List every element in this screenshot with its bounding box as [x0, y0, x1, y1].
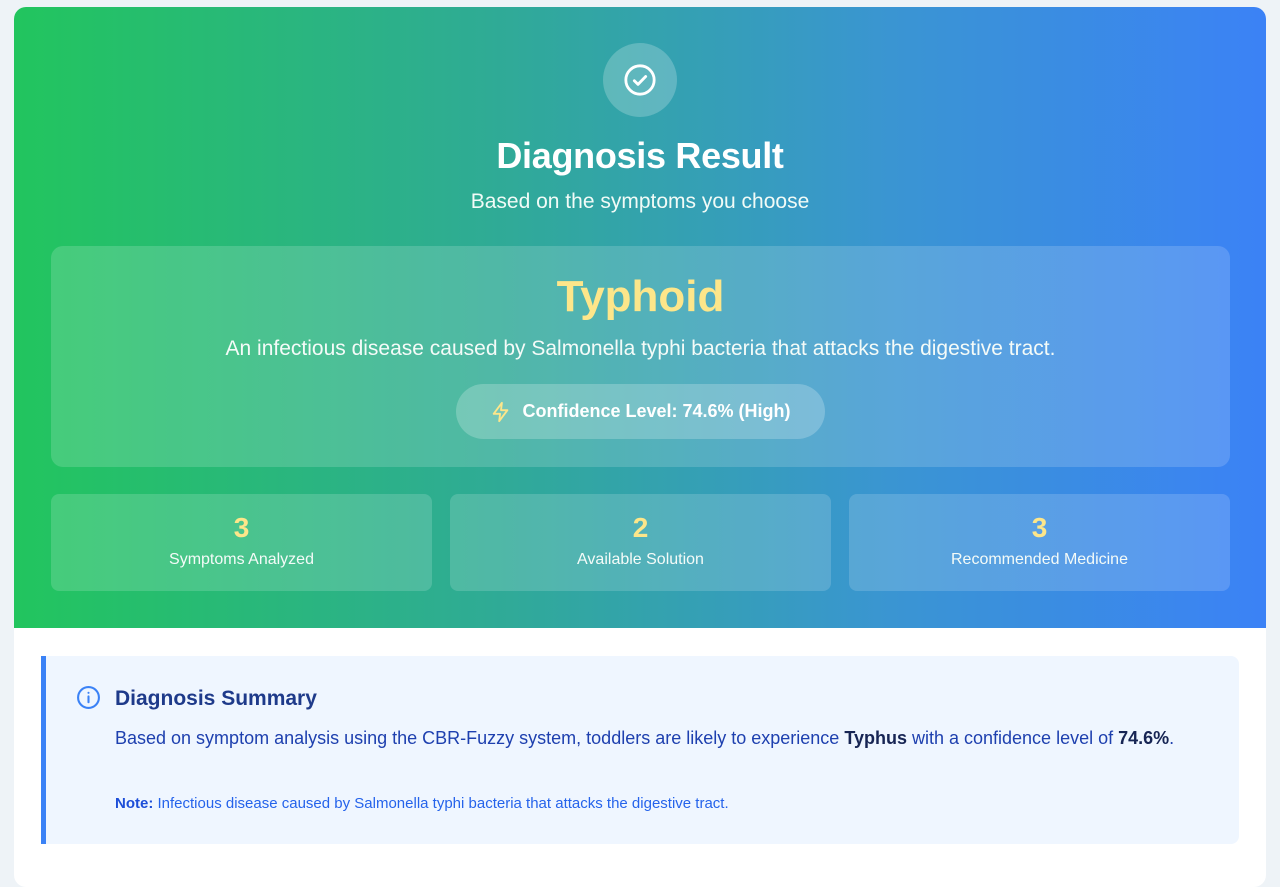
stat-label: Symptoms Analyzed [169, 551, 314, 568]
note-text: Infectious disease caused by Salmonella … [153, 795, 729, 812]
lightning-icon [490, 401, 512, 423]
summary-disease: Typhus [844, 728, 907, 748]
stat-symptoms-analyzed: 3 Symptoms Analyzed [51, 494, 432, 591]
confidence-badge: Confidence Level: 74.6% (High) [456, 384, 825, 439]
stat-label: Available Solution [577, 551, 704, 568]
note-label: Note: [115, 795, 154, 812]
summary-text-part: . [1169, 728, 1175, 748]
stat-recommended-medicine: 3 Recommended Medicine [849, 494, 1230, 591]
stat-value: 3 [233, 512, 250, 543]
summary-text-part: with a confidence level of [906, 728, 1119, 748]
page-title: Diagnosis Result [496, 135, 784, 176]
diagnosis-summary: Diagnosis Summary Based on symptom analy… [41, 656, 1239, 844]
summary-confidence: 74.6% [1118, 728, 1170, 748]
stat-value: 2 [632, 512, 649, 543]
summary-title: Diagnosis Summary [115, 687, 317, 710]
diagnosis-hero: Diagnosis Result Based on the symptoms y… [14, 7, 1266, 628]
stat-value: 3 [1031, 512, 1048, 543]
summary-note: Note: Infectious disease caused by Salmo… [115, 795, 1225, 812]
disease-result-box: Typhoid An infectious disease caused by … [51, 246, 1230, 467]
summary-text-part: Based on symptom analysis using the CBR-… [115, 728, 845, 748]
stat-available-solution: 2 Available Solution [450, 494, 831, 591]
summary-text: Based on symptom analysis using the CBR-… [115, 725, 1225, 752]
check-circle-icon [603, 43, 677, 117]
page-subtitle: Based on the symptoms you choose [470, 190, 810, 213]
diagnosis-result-card: Diagnosis Result Based on the symptoms y… [14, 7, 1266, 887]
confidence-label: Confidence Level: 74.6% (High) [522, 401, 791, 421]
info-icon [76, 685, 101, 715]
disease-description: An infectious disease caused by Salmonel… [225, 337, 1056, 360]
stat-label: Recommended Medicine [951, 551, 1128, 568]
disease-name: Typhoid [556, 272, 725, 321]
